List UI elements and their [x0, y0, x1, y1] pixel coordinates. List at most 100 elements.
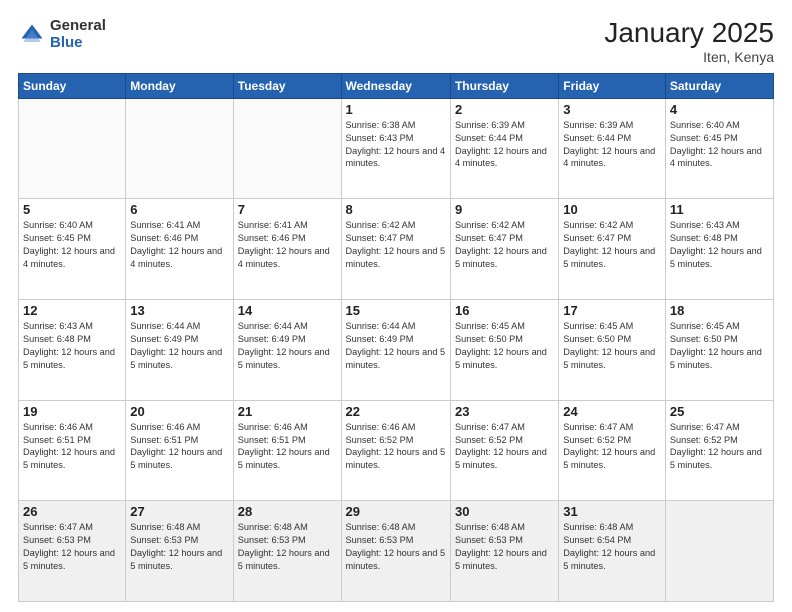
day-cell — [19, 98, 126, 199]
day-cell: 14 Sunrise: 6:44 AM Sunset: 6:49 PM Dayli… — [233, 300, 341, 401]
day-number: 23 — [455, 404, 554, 419]
day-number: 2 — [455, 102, 554, 117]
day-cell: 20 Sunrise: 6:46 AM Sunset: 6:51 PM Dayli… — [126, 400, 233, 501]
day-cell: 15 Sunrise: 6:44 AM Sunset: 6:49 PM Dayli… — [341, 300, 450, 401]
day-number: 15 — [346, 303, 446, 318]
day-number: 17 — [563, 303, 661, 318]
day-number: 10 — [563, 202, 661, 217]
day-cell: 19Sunrise: 6:46 AM Sunset: 6:51 PM Dayli… — [19, 400, 126, 501]
day-content: Sunrise: 6:43 AM Sunset: 6:48 PM Dayligh… — [670, 219, 769, 271]
day-content: Sunrise: 6:48 AM Sunset: 6:53 PM Dayligh… — [238, 521, 337, 573]
day-number: 19 — [23, 404, 121, 419]
header-day-monday: Monday — [126, 73, 233, 98]
day-number: 5 — [23, 202, 121, 217]
day-content: Sunrise: 6:47 AM Sunset: 6:52 PM Dayligh… — [670, 421, 769, 473]
title-block: January 2025 Iten, Kenya — [604, 18, 774, 65]
day-content: Sunrise: 6:46 AM Sunset: 6:51 PM Dayligh… — [130, 421, 228, 473]
day-number: 24 — [563, 404, 661, 419]
day-cell: 29 Sunrise: 6:48 AM Sunset: 6:53 PM Dayli… — [341, 501, 450, 602]
day-cell: 17Sunrise: 6:45 AM Sunset: 6:50 PM Dayli… — [559, 300, 666, 401]
day-cell: 1 Sunrise: 6:38 AM Sunset: 6:43 PM Daylig… — [341, 98, 450, 199]
day-cell: 3Sunrise: 6:39 AM Sunset: 6:44 PM Daylig… — [559, 98, 666, 199]
day-number: 31 — [563, 504, 661, 519]
day-cell: 22 Sunrise: 6:46 AM Sunset: 6:52 PM Dayli… — [341, 400, 450, 501]
day-content: Sunrise: 6:44 AM Sunset: 6:49 PM Dayligh… — [238, 320, 337, 372]
day-number: 26 — [23, 504, 121, 519]
day-number: 25 — [670, 404, 769, 419]
week-row-3: 12 Sunrise: 6:43 AM Sunset: 6:48 PM Dayli… — [19, 300, 774, 401]
day-content: Sunrise: 6:45 AM Sunset: 6:50 PM Dayligh… — [455, 320, 554, 372]
day-content: Sunrise: 6:46 AM Sunset: 6:52 PM Dayligh… — [346, 421, 446, 473]
day-number: 12 — [23, 303, 121, 318]
day-content: Sunrise: 6:48 AM Sunset: 6:53 PM Dayligh… — [346, 521, 446, 573]
day-cell — [233, 98, 341, 199]
day-cell: 21Sunrise: 6:46 AM Sunset: 6:51 PM Dayli… — [233, 400, 341, 501]
day-number: 29 — [346, 504, 446, 519]
day-number: 6 — [130, 202, 228, 217]
day-cell — [126, 98, 233, 199]
day-content: Sunrise: 6:43 AM Sunset: 6:48 PM Dayligh… — [23, 320, 121, 372]
day-cell: 25 Sunrise: 6:47 AM Sunset: 6:52 PM Dayli… — [665, 400, 773, 501]
day-cell: 31Sunrise: 6:48 AM Sunset: 6:54 PM Dayli… — [559, 501, 666, 602]
header-day-saturday: Saturday — [665, 73, 773, 98]
day-content: Sunrise: 6:44 AM Sunset: 6:49 PM Dayligh… — [130, 320, 228, 372]
day-number: 22 — [346, 404, 446, 419]
month-title: January 2025 — [604, 18, 774, 49]
logo-icon — [18, 21, 46, 49]
day-content: Sunrise: 6:42 AM Sunset: 6:47 PM Dayligh… — [563, 219, 661, 271]
calendar-page: General Blue January 2025 Iten, Kenya Su… — [0, 0, 792, 612]
day-content: Sunrise: 6:39 AM Sunset: 6:44 PM Dayligh… — [563, 119, 661, 171]
header-day-thursday: Thursday — [450, 73, 558, 98]
logo-text: General Blue — [50, 18, 106, 51]
day-number: 14 — [238, 303, 337, 318]
day-cell: 24 Sunrise: 6:47 AM Sunset: 6:52 PM Dayli… — [559, 400, 666, 501]
day-cell: 13 Sunrise: 6:44 AM Sunset: 6:49 PM Dayli… — [126, 300, 233, 401]
calendar-table: SundayMondayTuesdayWednesdayThursdayFrid… — [18, 73, 774, 602]
day-number: 16 — [455, 303, 554, 318]
day-cell: 2Sunrise: 6:39 AM Sunset: 6:44 PM Daylig… — [450, 98, 558, 199]
day-cell: 12 Sunrise: 6:43 AM Sunset: 6:48 PM Dayli… — [19, 300, 126, 401]
day-content: Sunrise: 6:44 AM Sunset: 6:49 PM Dayligh… — [346, 320, 446, 372]
week-row-4: 19 Sunrise: 6:46 AM Sunset: 6:51 PM Dayli… — [19, 400, 774, 501]
header-day-tuesday: Tuesday — [233, 73, 341, 98]
day-cell: 7 Sunrise: 6:41 AM Sunset: 6:46 PM Daylig… — [233, 199, 341, 300]
day-number: 20 — [130, 404, 228, 419]
day-number: 1 — [346, 102, 446, 117]
day-cell: 30 Sunrise: 6:48 AM Sunset: 6:53 PM Dayli… — [450, 501, 558, 602]
day-cell: 5 Sunrise: 6:40 AM Sunset: 6:45 PM Daylig… — [19, 199, 126, 300]
day-content: Sunrise: 6:40 AM Sunset: 6:45 PM Dayligh… — [23, 219, 121, 271]
day-content: Sunrise: 6:45 AM Sunset: 6:50 PM Dayligh… — [670, 320, 769, 372]
day-number: 7 — [238, 202, 337, 217]
day-number: 28 — [238, 504, 337, 519]
day-content: Sunrise: 6:42 AM Sunset: 6:47 PM Dayligh… — [346, 219, 446, 271]
day-content: Sunrise: 6:42 AM Sunset: 6:47 PM Dayligh… — [455, 219, 554, 271]
day-cell: 11 Sunrise: 6:43 AM Sunset: 6:48 PM Dayli… — [665, 199, 773, 300]
week-row-1: 1 Sunrise: 6:38 AM Sunset: 6:43 PM Daylig… — [19, 98, 774, 199]
day-cell: 28 Sunrise: 6:48 AM Sunset: 6:53 PM Dayli… — [233, 501, 341, 602]
logo: General Blue — [18, 18, 106, 51]
day-number: 30 — [455, 504, 554, 519]
day-number: 21 — [238, 404, 337, 419]
day-cell — [665, 501, 773, 602]
day-cell: 26 Sunrise: 6:47 AM Sunset: 6:53 PM Dayli… — [19, 501, 126, 602]
day-cell: 4Sunrise: 6:40 AM Sunset: 6:45 PM Daylig… — [665, 98, 773, 199]
day-cell: 6Sunrise: 6:41 AM Sunset: 6:46 PM Daylig… — [126, 199, 233, 300]
day-number: 27 — [130, 504, 228, 519]
day-cell: 9 Sunrise: 6:42 AM Sunset: 6:47 PM Daylig… — [450, 199, 558, 300]
day-content: Sunrise: 6:47 AM Sunset: 6:52 PM Dayligh… — [563, 421, 661, 473]
header-day-friday: Friday — [559, 73, 666, 98]
day-cell: 27 Sunrise: 6:48 AM Sunset: 6:53 PM Dayli… — [126, 501, 233, 602]
day-number: 9 — [455, 202, 554, 217]
day-number: 11 — [670, 202, 769, 217]
day-content: Sunrise: 6:41 AM Sunset: 6:46 PM Dayligh… — [238, 219, 337, 271]
day-content: Sunrise: 6:47 AM Sunset: 6:53 PM Dayligh… — [23, 521, 121, 573]
day-content: Sunrise: 6:48 AM Sunset: 6:53 PM Dayligh… — [130, 521, 228, 573]
week-row-2: 5 Sunrise: 6:40 AM Sunset: 6:45 PM Daylig… — [19, 199, 774, 300]
day-content: Sunrise: 6:48 AM Sunset: 6:53 PM Dayligh… — [455, 521, 554, 573]
day-number: 18 — [670, 303, 769, 318]
day-number: 13 — [130, 303, 228, 318]
day-content: Sunrise: 6:38 AM Sunset: 6:43 PM Dayligh… — [346, 119, 446, 171]
week-row-5: 26 Sunrise: 6:47 AM Sunset: 6:53 PM Dayli… — [19, 501, 774, 602]
day-cell: 18 Sunrise: 6:45 AM Sunset: 6:50 PM Dayli… — [665, 300, 773, 401]
header-day-wednesday: Wednesday — [341, 73, 450, 98]
